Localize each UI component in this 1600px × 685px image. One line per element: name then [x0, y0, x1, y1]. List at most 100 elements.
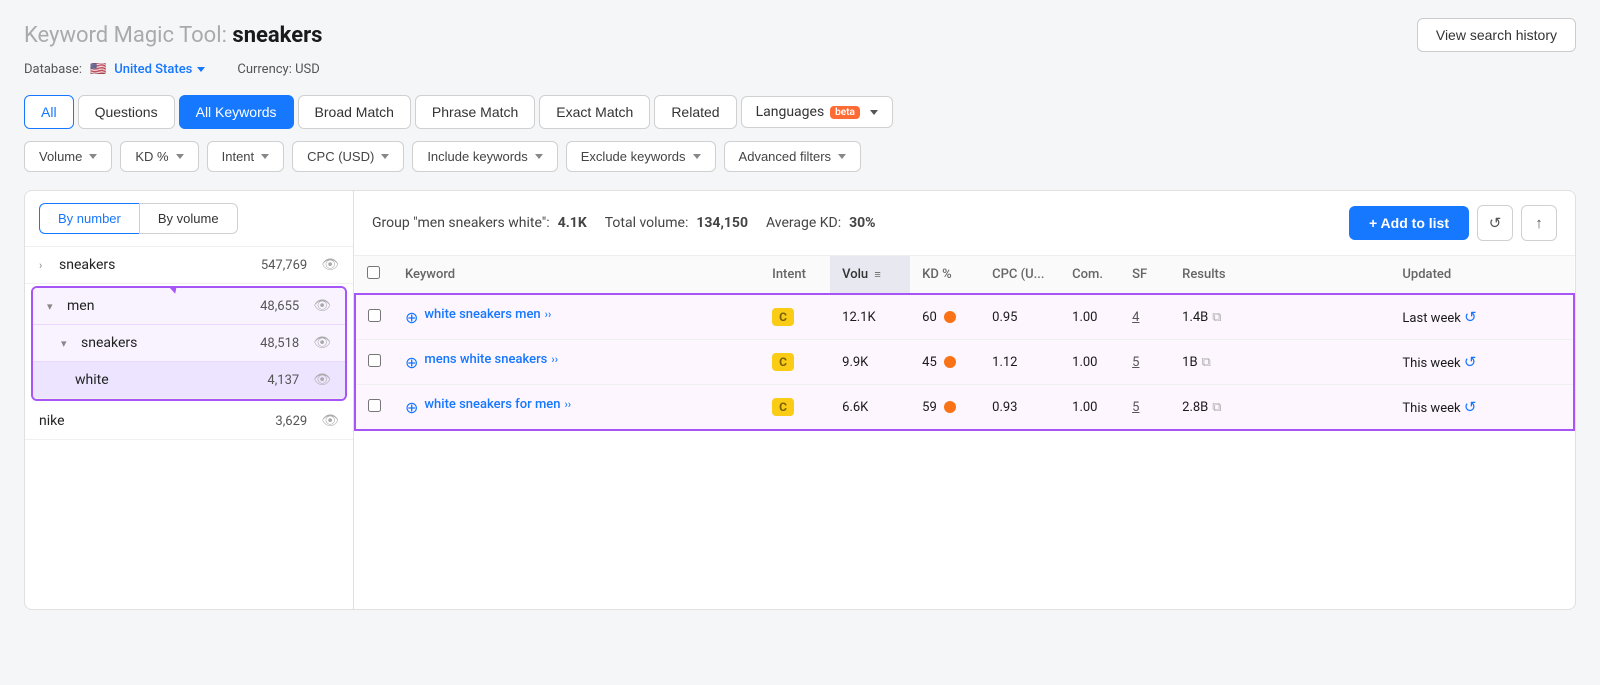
- row2-refresh-icon[interactable]: ↺: [1464, 353, 1477, 371]
- sidebar-item-count-sneakers-sub: 48,518: [260, 336, 299, 351]
- refresh-button[interactable]: ↺: [1477, 205, 1513, 241]
- title-static: Keyword Magic Tool:: [24, 23, 227, 48]
- filter-include[interactable]: Include keywords: [412, 141, 557, 172]
- tab-exact-match[interactable]: Exact Match: [539, 95, 650, 129]
- row1-checkbox[interactable]: [368, 309, 381, 322]
- eye-icon-white[interactable]: 👁: [313, 372, 331, 388]
- row3-checkbox[interactable]: [368, 399, 381, 412]
- row2-results-icon[interactable]: ⧉: [1202, 355, 1211, 370]
- toggle-by-number[interactable]: By number: [39, 203, 139, 234]
- tab-all-keywords[interactable]: All Keywords: [179, 95, 294, 129]
- row3-refresh-icon[interactable]: ↺: [1464, 398, 1477, 416]
- filter-row: Volume KD % Intent CPC (USD) Include key…: [24, 141, 1576, 172]
- row3-results-value: 2.8B: [1182, 400, 1208, 415]
- filter-cpc[interactable]: CPC (USD): [292, 141, 404, 172]
- row3-keyword-link[interactable]: white sneakers for men ››: [424, 397, 571, 412]
- row2-updated-value: This week: [1402, 356, 1460, 371]
- col-kd: KD %: [910, 256, 980, 294]
- eye-icon-sneakers-sub[interactable]: 👁: [313, 335, 331, 351]
- row3-sf-link[interactable]: 5: [1132, 400, 1139, 415]
- col-keyword: Keyword: [393, 256, 760, 294]
- export-button[interactable]: ↑: [1521, 205, 1557, 241]
- eye-icon-sneakers[interactable]: 👁: [321, 257, 339, 273]
- filter-kd[interactable]: KD %: [120, 141, 198, 172]
- sidebar: By number By volume › sneakers 547,769 👁: [24, 190, 354, 610]
- sidebar-item-white[interactable]: white 4,137 👁: [33, 362, 345, 399]
- row3-kd-cell: 59: [910, 385, 980, 431]
- row2-checkbox-cell: [355, 340, 393, 385]
- filter-advanced-label: Advanced filters: [739, 149, 832, 164]
- col-sf: SF: [1120, 256, 1170, 294]
- eye-icon-nike[interactable]: 👁: [321, 413, 339, 429]
- row2-keyword-link[interactable]: mens white sneakers ››: [424, 352, 558, 367]
- row1-kd-value: 60: [922, 310, 937, 325]
- col-volume-label: Volu: [842, 267, 868, 282]
- sidebar-item-sneakers[interactable]: › sneakers 547,769 👁: [25, 247, 353, 284]
- sidebar-item-men[interactable]: ▾ men 48,655 👁: [33, 288, 345, 325]
- row1-sf-link[interactable]: 4: [1132, 310, 1139, 325]
- row2-results-value: 1B: [1182, 355, 1197, 370]
- row1-arrows: ››: [545, 308, 552, 321]
- row2-sf-link[interactable]: 5: [1132, 355, 1139, 370]
- row1-keyword-link[interactable]: white sneakers men ››: [424, 307, 551, 322]
- sidebar-item-sneakers-sub[interactable]: ▾ sneakers 48,518 👁: [33, 325, 345, 362]
- select-all-checkbox[interactable]: [367, 266, 380, 279]
- row2-keyword-cell: ⊕ mens white sneakers ››: [393, 340, 760, 385]
- tab-related[interactable]: Related: [654, 95, 736, 129]
- tab-questions[interactable]: Questions: [78, 95, 175, 129]
- filter-exclude-icon: [693, 154, 701, 159]
- sidebar-item-label-sneakers: sneakers: [59, 257, 255, 273]
- database-selector[interactable]: United States: [114, 62, 205, 77]
- row3-checkbox-cell: [355, 385, 393, 431]
- toggle-by-volume[interactable]: By volume: [139, 203, 238, 234]
- tab-all[interactable]: All: [24, 95, 74, 129]
- database-dropdown-icon: [197, 67, 205, 72]
- plus-circle-icon-row2[interactable]: ⊕: [405, 353, 418, 372]
- sort-icon: ≡: [874, 268, 880, 281]
- sidebar-item-label-white: white: [75, 372, 261, 388]
- filter-exclude-label: Exclude keywords: [581, 149, 686, 164]
- languages-label: Languages: [756, 104, 825, 120]
- view-history-button[interactable]: View search history: [1417, 18, 1576, 52]
- row1-checkbox-cell: [355, 294, 393, 340]
- sidebar-item-label-sneakers-sub: sneakers: [81, 335, 254, 351]
- sidebar-item-nike[interactable]: nike 3,629 👁: [25, 403, 353, 440]
- col-com: Com.: [1060, 256, 1120, 294]
- filter-volume[interactable]: Volume: [24, 141, 112, 172]
- plus-circle-icon-row3[interactable]: ⊕: [405, 398, 418, 417]
- filter-kd-label: KD %: [135, 149, 168, 164]
- filter-exclude[interactable]: Exclude keywords: [566, 141, 716, 172]
- row2-kd-value: 45: [922, 355, 937, 370]
- col-updated: Updated: [1390, 256, 1574, 294]
- row2-checkbox[interactable]: [368, 354, 381, 367]
- col-volume[interactable]: Volu ≡: [830, 256, 910, 294]
- row1-refresh-icon[interactable]: ↺: [1464, 308, 1477, 326]
- filter-advanced-icon: [838, 154, 846, 159]
- languages-dropdown-icon: [870, 110, 878, 115]
- tab-broad-match[interactable]: Broad Match: [298, 95, 411, 129]
- row2-cpc-cell: 1.12: [980, 340, 1060, 385]
- row1-results-cell: 1.4B ⧉: [1170, 294, 1390, 340]
- filter-intent-label: Intent: [222, 149, 255, 164]
- row1-results-icon[interactable]: ⧉: [1212, 310, 1221, 325]
- sidebar-item-count-men: 48,655: [260, 299, 299, 314]
- row3-keyword-text: white sneakers for men: [424, 397, 560, 412]
- sidebar-toggle-row: By number By volume: [25, 191, 353, 247]
- beta-badge: beta: [830, 106, 860, 119]
- row3-volume-cell: 6.6K: [830, 385, 910, 431]
- row3-keyword-cell: ⊕ white sneakers for men ››: [393, 385, 760, 431]
- add-to-list-button[interactable]: + Add to list: [1349, 206, 1469, 240]
- keyword-title: sneakers: [232, 23, 322, 48]
- filter-cpc-label: CPC (USD): [307, 149, 374, 164]
- row2-volume-cell: 9.9K: [830, 340, 910, 385]
- eye-icon-men[interactable]: 👁: [313, 298, 331, 314]
- tab-languages[interactable]: Languages beta: [741, 96, 893, 128]
- tab-phrase-match[interactable]: Phrase Match: [415, 95, 535, 129]
- filter-intent[interactable]: Intent: [207, 141, 285, 172]
- filter-advanced[interactable]: Advanced filters: [724, 141, 862, 172]
- row2-sf-cell: 5: [1120, 340, 1170, 385]
- sidebar-highlighted-group: ▾ men 48,655 👁 ▾ sneakers 48,518 👁 w: [31, 286, 347, 401]
- keywords-table: Keyword Intent Volu ≡ KD % CPC (U... Com…: [354, 256, 1575, 431]
- plus-circle-icon-row1[interactable]: ⊕: [405, 308, 418, 327]
- row3-results-icon[interactable]: ⧉: [1212, 400, 1221, 415]
